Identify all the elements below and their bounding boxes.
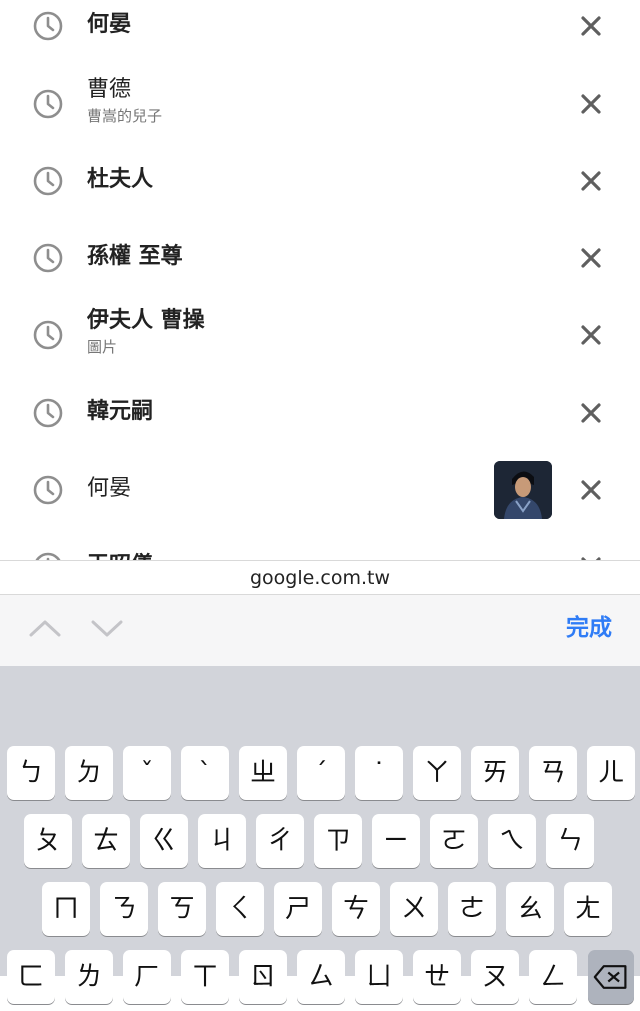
done-button[interactable]: 完成 [566,611,612,645]
key[interactable]: ㄖ [239,950,287,1004]
key[interactable]: ㄢ [529,746,577,800]
clock-icon [32,10,64,42]
history-item[interactable]: 何晏 [0,0,640,61]
key[interactable]: ㄥ [529,950,577,1004]
history-item-text: 韓元嗣 [87,398,153,426]
domain-label: google.com.tw [250,567,390,589]
key[interactable]: ㄚ [413,746,461,800]
key[interactable]: ㄧ [372,814,420,868]
clock-icon [32,397,64,429]
history-item-text: 王昭儀 [87,552,153,560]
close-icon[interactable] [578,477,604,503]
history-item[interactable]: 韓元嗣 [0,378,640,448]
key[interactable]: ㄈ [7,950,55,1004]
history-item-text: 曹德 曹嵩的兒子 [87,76,162,126]
history-item-title: 何晏 [87,476,132,501]
key[interactable]: ㄍ [140,814,188,868]
key[interactable]: ㄆ [24,814,72,868]
history-item-title: 韓元嗣 [87,399,154,424]
clock-icon [32,551,64,560]
chevron-up-icon[interactable] [28,613,62,643]
key[interactable]: ㄗ [314,814,362,868]
backspace-key[interactable] [588,950,634,1004]
history-item[interactable]: 王昭儀 [0,532,640,560]
clock-icon [32,319,64,351]
key[interactable]: ㄓ [239,746,287,800]
bopomofo-keyboard: ㄅㄉ ˇ ˋ ㄓ ˊ ˙ ㄚㄞㄢㄦㄆㄊㄍㄐㄔㄗㄧㄛㄟㄣㄇㄋㄎㄑㄕㄘㄨㄜㄠㄤㄈㄌㄏㄒㄖㄙㄩㄝㄡ… [0,666,640,1004]
key[interactable]: ㄙ [297,950,345,1004]
key[interactable]: ㄊ [82,814,130,868]
key[interactable]: ㄟ [488,814,536,868]
key[interactable]: ㄘ [332,882,380,936]
history-item-text: 杜夫人 [87,166,153,194]
key[interactable]: ㄉ [65,746,113,800]
search-history-list: 何晏曹德曹嵩的兒子杜夫人孫權 至尊伊夫人 曹操圖片韓元嗣何晏王昭儀 [0,0,640,560]
chevron-down-icon[interactable] [90,613,124,643]
history-item-title: 伊夫人 曹操 [87,308,205,333]
history-item-title: 王昭儀 [87,552,153,560]
key[interactable]: ㄐ [198,814,246,868]
close-icon[interactable] [578,91,604,117]
key[interactable]: ˇ [123,746,171,800]
key[interactable]: ㄑ [216,882,264,936]
history-item-title: 曹德 [87,77,132,102]
key[interactable]: ㄔ [256,814,304,868]
close-icon[interactable] [578,245,604,271]
key[interactable]: ㄌ [65,950,113,1004]
key[interactable]: ㄜ [448,882,496,936]
key[interactable]: ˋ [181,746,229,800]
backspace-icon [593,965,627,989]
form-accessory-bar: 完成 [0,595,640,666]
close-icon[interactable] [578,168,604,194]
key[interactable]: ㄤ [564,882,612,936]
key[interactable]: ㄝ [413,950,461,1004]
history-item-text: 伊夫人 曹操 圖片 [87,307,205,357]
history-item-title: 何晏 [87,12,132,37]
key[interactable]: ㄛ [430,814,478,868]
history-item-text: 何晏 [87,475,131,503]
portrait-thumbnail[interactable] [494,461,552,519]
domain-bar: google.com.tw [0,560,640,595]
history-item[interactable]: 何晏 [0,455,640,525]
clock-icon [32,165,64,197]
key[interactable]: ㄕ [274,882,322,936]
key[interactable]: ㄣ [546,814,594,868]
history-item[interactable]: 伊夫人 曹操 圖片 [0,300,640,370]
key[interactable]: ㄋ [100,882,148,936]
clock-icon [32,474,64,506]
history-item[interactable]: 曹德 曹嵩的兒子 [0,69,640,139]
key[interactable]: ㄎ [158,882,206,936]
history-item[interactable]: 杜夫人 [0,146,640,216]
history-item-title: 杜夫人 [87,167,154,192]
key[interactable]: ㄡ [471,950,519,1004]
close-icon[interactable] [578,400,604,426]
close-icon[interactable] [578,322,604,348]
key[interactable]: ㄅ [7,746,55,800]
key[interactable]: ㄦ [587,746,635,800]
clock-icon [32,242,64,274]
key[interactable]: ㄞ [471,746,519,800]
key[interactable]: ㄇ [42,882,90,936]
history-item-title: 孫權 至尊 [87,244,183,269]
key[interactable]: ˊ [297,746,345,800]
key[interactable]: ㄠ [506,882,554,936]
history-item-subtitle: 圖片 [87,338,118,356]
history-item-subtitle: 曹嵩的兒子 [87,107,163,125]
history-item-text: 孫權 至尊 [87,243,183,271]
key[interactable]: ㄨ [390,882,438,936]
clock-icon [32,88,64,120]
history-item[interactable]: 孫權 至尊 [0,223,640,293]
key[interactable]: ㄒ [181,950,229,1004]
key[interactable]: ㄏ [123,950,171,1004]
close-icon[interactable] [578,13,604,39]
history-item-text: 何晏 [87,11,131,39]
key[interactable]: ˙ [355,746,403,800]
key[interactable]: ㄩ [355,950,403,1004]
